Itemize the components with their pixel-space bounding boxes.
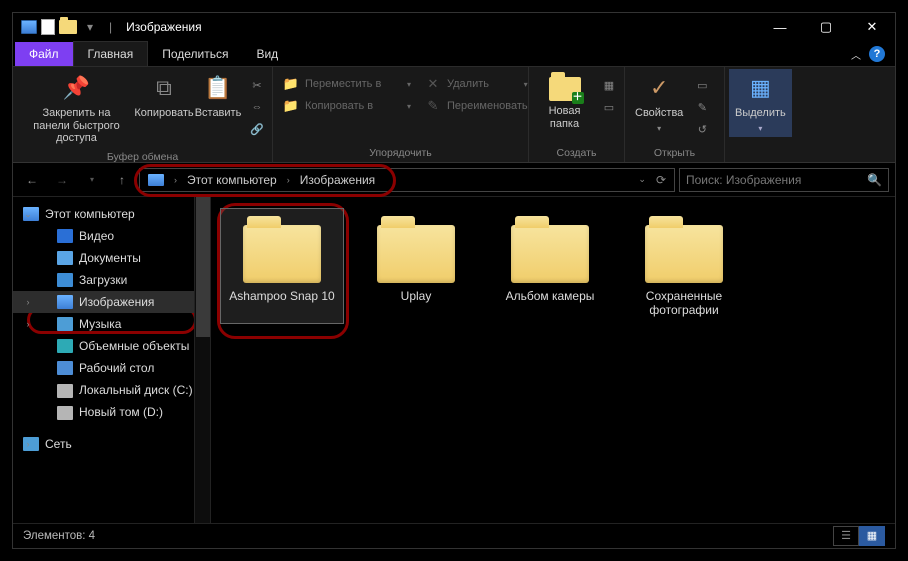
search-box[interactable]: Поиск: Изображения 🔍 (679, 168, 889, 192)
history-dropdown[interactable]: ▾ (79, 168, 105, 192)
folder-icon (511, 225, 589, 283)
pin-quick-access-button[interactable]: 📌 Закрепить на панели быстрого доступа (17, 69, 136, 149)
close-button[interactable]: ✕ (849, 13, 895, 41)
new-folder-icon: ＋ (549, 77, 581, 101)
group-clipboard-label: Буфер обмена (17, 149, 268, 166)
sidebar: ⌄Этот компьютер Видео Документы Загрузки… (13, 197, 211, 523)
window-title: Изображения (126, 20, 201, 34)
paste-icon: 📋 (203, 73, 233, 103)
move-icon: 📁 (283, 76, 299, 92)
folder-item[interactable]: Сохраненные фотографии (623, 209, 745, 324)
titlebar: ▾ | Изображения ― ▢ ✕ (13, 13, 895, 41)
select-icon: ▦ (745, 73, 775, 103)
content-area[interactable]: Ashampoo Snap 10 Uplay Альбом камеры Сох… (211, 197, 895, 523)
edit-button[interactable]: ✎ (691, 97, 713, 117)
delete-button[interactable]: ✕ Удалить▾ (419, 73, 534, 95)
explorer-window: ▾ | Изображения ― ▢ ✕ Файл Главная Подел… (12, 12, 896, 549)
tab-view[interactable]: Вид (242, 42, 292, 66)
copy-icon: ⧉ (149, 73, 179, 103)
properties-button[interactable]: ✓ Свойства ▾ (629, 69, 689, 137)
ribbon: 📌 Закрепить на панели быстрого доступа ⧉… (13, 67, 895, 163)
chevron-down-icon[interactable]: ⌄ (23, 209, 33, 220)
cut-button[interactable]: ✂ (246, 75, 268, 95)
view-icons-button[interactable]: ▦ (859, 526, 885, 546)
easy-access-button[interactable]: ▭ (598, 97, 620, 117)
chevron-right-icon[interactable]: › (23, 319, 33, 329)
item-count-label: Элементов: 4 (23, 530, 95, 542)
status-bar: Элементов: 4 ☰ ▦ (13, 523, 895, 547)
help-button[interactable]: ? (869, 46, 885, 62)
ribbon-tabs: Файл Главная Поделиться Вид ︿ ? (13, 41, 895, 67)
group-organize-label: Упорядочить (277, 145, 524, 162)
app-icon (21, 20, 37, 34)
navbar: ← → ▾ ↑ › Этот компьютер › Изображения ⌄… (13, 163, 895, 197)
paste-button[interactable]: 📋 Вставить (192, 69, 244, 124)
address-bar[interactable]: › Этот компьютер › Изображения ⌄ ⟳ (139, 168, 675, 192)
minimize-button[interactable]: ― (757, 13, 803, 41)
rename-icon: ✎ (425, 98, 441, 114)
delete-icon: ✕ (425, 76, 441, 92)
maximize-button[interactable]: ▢ (803, 13, 849, 41)
rename-button[interactable]: ✎ Переименовать (419, 95, 534, 117)
up-button[interactable]: ↑ (109, 168, 135, 192)
tab-main[interactable]: Главная (73, 41, 149, 66)
back-button[interactable]: ← (19, 168, 45, 192)
group-open-label: Открыть (629, 145, 720, 162)
paste-shortcut-button[interactable]: 🔗 (246, 119, 268, 139)
folder-icon (59, 20, 77, 34)
sidebar-item-drive-d[interactable]: Новый том (D:) (13, 401, 210, 423)
chevron-right-icon[interactable]: › (172, 175, 179, 185)
copy-button[interactable]: ⧉ Копировать (138, 69, 190, 124)
sidebar-item-images[interactable]: ›Изображения (13, 291, 210, 313)
new-item-button[interactable]: ▦ (598, 75, 620, 95)
sidebar-scrollbar[interactable] (194, 197, 210, 523)
folder-icon (377, 225, 455, 283)
sidebar-item-music[interactable]: ›Музыка (13, 313, 210, 335)
folder-icon (243, 225, 321, 283)
sidebar-item-3dobjects[interactable]: Объемные объекты (13, 335, 210, 357)
copy-to-icon: 📁 (283, 98, 299, 114)
sidebar-item-drive-c[interactable]: Локальный диск (C:) (13, 379, 210, 401)
copy-to-button[interactable]: 📁 Копировать в▾ (277, 95, 417, 117)
new-folder-button[interactable]: ＋ Новая папка (533, 69, 596, 134)
ribbon-collapse-button[interactable]: ︿ (851, 47, 861, 62)
folder-item[interactable]: Ashampoo Snap 10 (221, 209, 343, 323)
sidebar-item-downloads[interactable]: Загрузки (13, 269, 210, 291)
tab-file[interactable]: Файл (15, 42, 73, 66)
folder-item[interactable]: Альбом камеры (489, 209, 611, 323)
open-button[interactable]: ▭ (691, 75, 713, 95)
properties-icon: ✓ (644, 73, 674, 103)
sidebar-item-desktop[interactable]: Рабочий стол (13, 357, 210, 379)
breadcrumb-this-pc[interactable]: Этот компьютер (181, 171, 283, 189)
pin-icon: 📌 (62, 73, 92, 103)
chevron-right-icon[interactable]: › (23, 297, 33, 307)
sidebar-item-video[interactable]: Видео (13, 225, 210, 247)
tab-share[interactable]: Поделиться (148, 42, 242, 66)
address-dropdown-icon[interactable]: ⌄ (634, 170, 650, 189)
sidebar-this-pc[interactable]: ⌄Этот компьютер (13, 203, 210, 225)
copy-path-button[interactable]: ⇔ (246, 97, 268, 117)
address-root-icon[interactable] (142, 172, 170, 188)
sidebar-network[interactable]: ›Сеть (13, 433, 210, 455)
chevron-right-icon[interactable]: › (23, 439, 33, 449)
history-button[interactable]: ↺ (691, 119, 713, 139)
search-icon: 🔍 (867, 173, 882, 187)
view-details-button[interactable]: ☰ (833, 526, 859, 546)
sidebar-item-documents[interactable]: Документы (13, 247, 210, 269)
qa-dropdown-icon[interactable]: ▾ (87, 20, 93, 34)
folder-item[interactable]: Uplay (355, 209, 477, 323)
refresh-button[interactable]: ⟳ (652, 169, 670, 191)
breadcrumb-current[interactable]: Изображения (294, 171, 381, 189)
forward-button[interactable]: → (49, 168, 75, 192)
chevron-right-icon[interactable]: › (285, 175, 292, 185)
folder-icon (645, 225, 723, 283)
new-doc-icon (41, 19, 55, 35)
move-to-button[interactable]: 📁 Переместить в▾ (277, 73, 417, 95)
group-create-label: Создать (533, 145, 620, 162)
select-button[interactable]: ▦ Выделить ▾ (729, 69, 792, 137)
